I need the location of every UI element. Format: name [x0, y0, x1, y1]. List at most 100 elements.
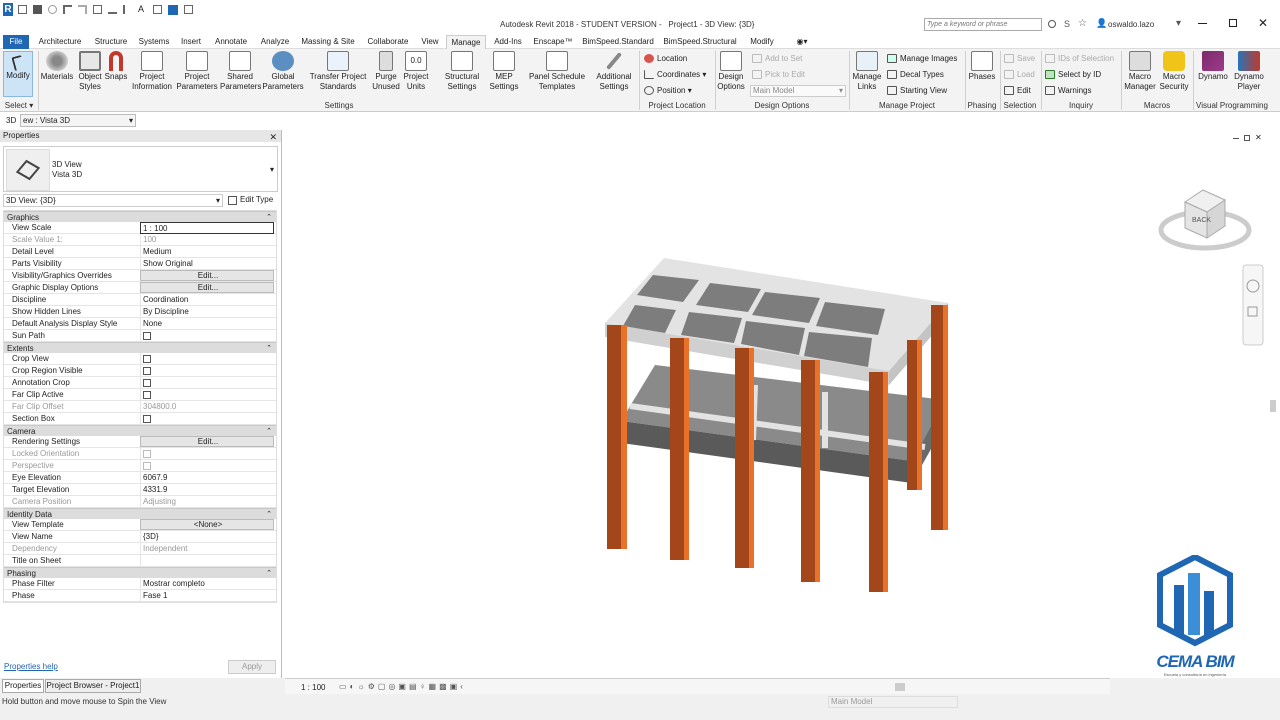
property-value[interactable] — [140, 365, 274, 377]
3d-view-canvas[interactable]: ✕ BACK CEMA BIM Escuela y consultoría en… — [285, 130, 1280, 678]
property-value[interactable]: 6067.9 — [140, 472, 274, 484]
macro-manager-button[interactable]: Macro Manager — [1123, 51, 1157, 92]
tab-massing-site[interactable]: Massing & Site — [298, 35, 358, 49]
checkbox[interactable] — [143, 332, 151, 340]
print-icon[interactable] — [93, 5, 102, 14]
add-to-set-button[interactable]: Add to Set — [752, 53, 802, 65]
project-information-button[interactable]: Project Information — [130, 51, 174, 92]
search-icon[interactable] — [1048, 20, 1056, 28]
navigation-bar[interactable] — [1242, 264, 1264, 346]
property-value[interactable] — [140, 555, 274, 567]
checkbox[interactable] — [143, 379, 151, 387]
location-button[interactable]: Location — [644, 53, 687, 65]
shared-parameters-button[interactable]: Shared Parameters — [220, 51, 261, 92]
property-value[interactable]: Coordination — [140, 294, 274, 306]
mep-settings-button[interactable]: MEP Settings — [486, 51, 522, 92]
purge-unused-button[interactable]: Purge Unused — [370, 51, 402, 92]
instance-filter-dropdown[interactable]: 3D View: {3D} ▾ — [3, 194, 223, 207]
subscription-icon[interactable]: S — [1064, 19, 1070, 29]
project-browser-tab[interactable]: Project Browser - Project1 — [45, 679, 141, 693]
tab-structure[interactable]: Structure — [90, 35, 132, 49]
tab-insert[interactable]: Insert — [176, 35, 206, 49]
manage-links-button[interactable]: Manage Links — [851, 51, 883, 92]
active-design-option[interactable]: Main Model — [828, 696, 958, 708]
view-selector-dropdown[interactable]: ew : Vista 3D ▾ — [20, 114, 136, 127]
section-header[interactable]: Camera ⌃ — [4, 425, 276, 436]
starting-view-button[interactable]: Starting View — [887, 85, 947, 97]
manage-images-button[interactable]: Manage Images — [887, 53, 957, 65]
project-parameters-button[interactable]: Project Parameters — [176, 51, 218, 92]
properties-tab[interactable]: Properties — [2, 679, 44, 693]
position-button[interactable]: Position ▾ — [644, 85, 692, 97]
property-value[interactable]: Medium — [140, 246, 274, 258]
design-option-dropdown[interactable]: Main Model ▾ — [750, 85, 846, 97]
dynamo-player-button[interactable]: Dynamo Player — [1232, 51, 1266, 92]
property-value[interactable]: {3D} — [140, 531, 274, 543]
edit-selection-button[interactable]: Edit — [1004, 85, 1031, 97]
edit-button[interactable]: <None> — [140, 519, 274, 530]
ribbon-toggle-icon[interactable]: ◉▾ — [792, 35, 812, 49]
view-scale-input[interactable]: 1 : 100 — [140, 222, 274, 234]
section-header[interactable]: Identity Data ⌃ — [4, 508, 276, 519]
tab-file[interactable]: File — [3, 35, 29, 49]
type-dropdown-icon[interactable]: ▾ — [270, 165, 274, 174]
measure-icon[interactable] — [108, 5, 117, 14]
coordinates-button[interactable]: Coordinates ▾ — [644, 69, 706, 81]
tab-systems[interactable]: Systems — [136, 35, 172, 49]
dimension-icon[interactable] — [123, 5, 132, 14]
property-value[interactable]: Show Original — [140, 258, 274, 270]
view-scale[interactable]: 1 : 100 — [301, 683, 325, 692]
open-icon[interactable] — [18, 5, 27, 14]
property-value[interactable] — [140, 377, 274, 389]
design-options-button[interactable]: Design Options — [716, 51, 746, 92]
edit-button[interactable]: Edit... — [140, 270, 274, 281]
section-header[interactable]: Extents ⌃ — [4, 342, 276, 353]
property-value[interactable]: Mostrar completo — [140, 578, 274, 590]
property-value[interactable] — [140, 353, 274, 365]
project-units-button[interactable]: 0.0 Project Units — [402, 51, 430, 92]
tab-enscape[interactable]: Enscape™ — [530, 35, 576, 49]
section-header[interactable]: Graphics ⌃ — [4, 211, 276, 222]
edit-button[interactable]: Edit... — [140, 436, 274, 447]
ids-of-selection-button[interactable]: IDs of Selection — [1045, 53, 1114, 65]
pick-to-edit-button[interactable]: Pick to Edit — [752, 69, 805, 81]
apply-button[interactable]: Apply — [228, 660, 276, 674]
switch-windows-icon[interactable] — [184, 5, 193, 14]
save-icon[interactable] — [33, 5, 42, 14]
tab-manage[interactable]: Manage — [446, 35, 486, 49]
property-value[interactable] — [140, 330, 274, 342]
viewcube[interactable]: BACK — [1158, 189, 1252, 251]
transfer-project-standards-button[interactable]: Transfer Project Standards — [306, 51, 370, 92]
thin-lines-icon[interactable] — [168, 5, 178, 15]
user-icon[interactable]: 👤 — [1096, 18, 1107, 29]
checkbox[interactable] — [143, 391, 151, 399]
structure-model[interactable]: BACK — [285, 130, 1280, 678]
checkbox[interactable] — [143, 415, 151, 423]
tab-collaborate[interactable]: Collaborate — [362, 35, 414, 49]
tab-add-ins[interactable]: Add-Ins — [490, 35, 526, 49]
phases-button[interactable]: Phases — [967, 51, 997, 82]
materials-button[interactable]: Materials — [40, 51, 74, 82]
additional-settings-button[interactable]: Additional Settings — [592, 51, 636, 92]
minimize-icon[interactable] — [1198, 23, 1207, 24]
type-selector[interactable]: 3D View Vista 3D ▾ — [3, 146, 278, 192]
property-value[interactable] — [140, 413, 274, 425]
structural-settings-button[interactable]: Structural Settings — [442, 51, 482, 92]
checkbox[interactable] — [143, 355, 151, 363]
decal-types-button[interactable]: Decal Types — [887, 69, 944, 81]
edit-button[interactable]: Edit... — [140, 282, 274, 293]
close-properties-icon[interactable]: ✕ — [269, 131, 277, 143]
sync-icon[interactable] — [48, 5, 57, 14]
edit-type-button[interactable]: Edit Type — [226, 194, 278, 207]
tab-view[interactable]: View — [418, 35, 442, 49]
snaps-button[interactable]: Snaps — [104, 51, 128, 82]
section-header[interactable]: Phasing ⌃ — [4, 567, 276, 578]
favorites-icon[interactable]: ☆ — [1078, 18, 1087, 29]
view-control-icons[interactable]: ▭◐☼⚙▢◎▣▤♀▦▩▣‹ — [339, 682, 466, 691]
revit-logo-icon[interactable]: R — [3, 3, 13, 16]
text-icon[interactable]: A — [138, 5, 147, 14]
close-icon[interactable]: ✕ — [1258, 16, 1268, 30]
properties-help-link[interactable]: Properties help — [4, 662, 58, 671]
tab-modify[interactable]: Modify — [744, 35, 780, 49]
restore-icon[interactable] — [1229, 19, 1237, 27]
